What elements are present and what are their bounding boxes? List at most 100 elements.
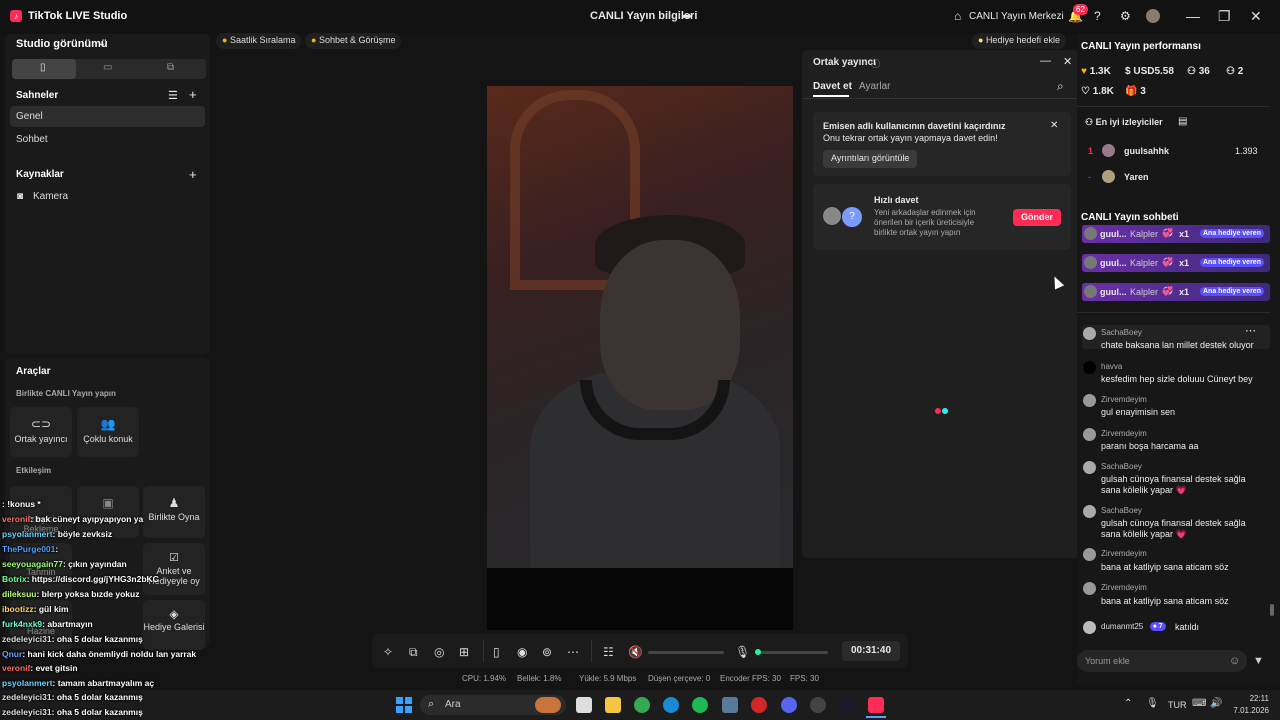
camera-icon: ◙ [17, 191, 24, 202]
chat-user[interactable]: Zirvemdeyim [1101, 549, 1147, 558]
speaker-muted-icon[interactable]: 🔇 [628, 645, 643, 659]
list-icon[interactable]: ☰ [168, 89, 178, 102]
top-viewer-name[interactable]: guulsahhk [1124, 146, 1169, 156]
clock-date[interactable]: 7.01.2026 [1225, 706, 1269, 715]
clock-time[interactable]: 22:11 [1233, 694, 1269, 703]
gift-goal-chip[interactable]: ● Hediye hedefi ekle [972, 33, 1066, 49]
info-icon[interactable]: ⓘ [871, 57, 880, 70]
top-viewers-tab[interactable]: ⚇ En iyi izleyiciler [1085, 117, 1163, 128]
windows-start-icon[interactable] [396, 697, 412, 713]
share-icon[interactable]: ➦ [682, 9, 692, 23]
more-icon[interactable]: ⋯ [567, 645, 579, 659]
opera-icon[interactable] [751, 697, 767, 713]
chat-user[interactable]: SachaBoey [1101, 506, 1142, 515]
comment-input[interactable]: Yorum ekle [1077, 650, 1247, 672]
play-together-tool[interactable]: ♟ Birlikte Oyna [143, 486, 205, 538]
home-icon[interactable]: ⌂ [954, 9, 961, 23]
app-icon[interactable] [839, 697, 855, 713]
tab-invite[interactable]: Davet et [813, 81, 852, 92]
source-item-camera[interactable]: Kamera [33, 191, 68, 202]
chat-user[interactable]: SachaBoey [1101, 462, 1142, 471]
gear-icon[interactable]: ⚙ [1120, 9, 1131, 23]
chevron-up-icon[interactable]: ⌃ [1124, 698, 1132, 709]
help-icon[interactable]: ? [1094, 9, 1101, 23]
gift-gallery-tool[interactable]: ◈ Hediye Galerisi [143, 600, 205, 650]
discord-icon[interactable] [781, 697, 797, 713]
top-viewer-name[interactable]: Yaren [1124, 172, 1149, 182]
poll-tool[interactable]: ☑ Anket ve Hediyeyle oy [143, 543, 205, 595]
microphone-tray-icon[interactable]: 🎙 [1146, 698, 1159, 709]
network-icon[interactable]: ⌨ [1192, 698, 1206, 709]
add-scene-icon[interactable]: + [189, 87, 197, 102]
chat-message: paranı boşa harcama aa [1101, 441, 1199, 451]
chat-scrollbar[interactable] [1270, 604, 1274, 616]
magic-icon[interactable]: ✧ [383, 645, 393, 659]
chat-user[interactable]: Zirvemdeyim [1101, 429, 1147, 438]
gift-user[interactable]: guul... [1100, 258, 1127, 268]
view-details-button[interactable]: Ayrıntıları görüntüle [823, 150, 918, 168]
spotify-icon[interactable] [692, 697, 708, 713]
filter-icon[interactable]: ▼ [1253, 655, 1264, 667]
chrome-icon[interactable] [634, 697, 650, 713]
co-host-tool[interactable]: ⊂⊃ Ortak yayıncı [10, 407, 72, 457]
task-view-icon[interactable] [576, 697, 592, 713]
chat-user[interactable]: Zirvemdeyim [1101, 395, 1147, 404]
steam-icon[interactable] [810, 697, 826, 713]
maximize-icon[interactable]: ❐ [1218, 8, 1231, 25]
overlay-chat-line: zedeleyici31: oha 5 dolar kazanmış [2, 634, 143, 644]
close-card-icon[interactable]: ✕ [1050, 120, 1058, 131]
scene-item-genel[interactable]: Genel [16, 111, 43, 122]
file-explorer-icon[interactable] [605, 697, 621, 713]
mic-slider-thumb[interactable] [755, 649, 761, 655]
language-indicator[interactable]: TUR [1168, 700, 1187, 710]
studio-view-dropdown[interactable]: Studio görünümü [16, 38, 108, 50]
live-center-link[interactable]: CANLI Yayın Merkezi [969, 11, 1064, 22]
minimize-popup-icon[interactable]: — [1040, 55, 1051, 67]
effects-icon[interactable]: ⧉ [409, 645, 418, 660]
gift-user[interactable]: guul... [1100, 229, 1127, 239]
multi-guest-tool[interactable]: 👥 Çoklu konuk [77, 407, 139, 457]
avatar[interactable] [1146, 9, 1160, 23]
search-icon[interactable]: ⌕ [1057, 79, 1064, 94]
dual-layout-icon[interactable]: ⧉ [167, 62, 174, 73]
screenshot-icon[interactable]: ⊚ [542, 645, 552, 659]
add-media-icon[interactable]: ⊞ [459, 645, 469, 659]
chat-meeting-chip[interactable]: ● Sohbet & Görüşme [305, 33, 402, 49]
minimize-icon[interactable]: — [1186, 8, 1200, 24]
landscape-layout-icon[interactable]: ▭ [103, 62, 112, 73]
edge-icon[interactable] [663, 697, 679, 713]
overlay-text: : oha 5 dolar kazanmış [51, 707, 143, 717]
joined-user[interactable]: dumanmt25 [1101, 622, 1143, 631]
more-icon[interactable]: ⋯ [1245, 324, 1256, 337]
gift-user[interactable]: guul... [1100, 287, 1127, 297]
microphone-icon[interactable]: 🎙 [735, 645, 750, 659]
scene-item-sohbet[interactable]: Sohbet [16, 134, 48, 145]
beauty-icon[interactable]: ◎ [434, 645, 444, 659]
overlay-user: ibootizz [2, 604, 34, 614]
joined-text: katıldı [1175, 622, 1200, 632]
phone-icon[interactable]: ▯ [493, 645, 500, 659]
gift-row: guul... Kalpler 💞 x1 Ana hediye veren [1082, 225, 1270, 243]
overlay-text: : evet gitsin [30, 663, 78, 673]
emoji-icon[interactable]: ☺ [1229, 655, 1240, 667]
record-icon[interactable]: ◉ [517, 645, 527, 659]
chat-user[interactable]: SachaBoey [1101, 328, 1142, 337]
tiktok-live-icon[interactable] [868, 697, 884, 713]
mixer-icon[interactable]: ☷ [603, 645, 614, 659]
earnings-value: USD5.58 [1133, 66, 1174, 77]
volume-icon[interactable]: 🔊 [1210, 698, 1222, 709]
chat-user[interactable]: Zirvemdeyim [1101, 583, 1147, 592]
chevron-down-icon[interactable]: ⌄ [98, 38, 106, 49]
close-icon[interactable]: ✕ [1250, 8, 1262, 25]
app-icon[interactable] [722, 697, 738, 713]
tab-settings[interactable]: Ayarlar [859, 81, 891, 92]
mic-volume-slider[interactable] [758, 651, 828, 654]
chat-user[interactable]: havva [1101, 362, 1122, 371]
add-source-icon[interactable]: + [189, 167, 197, 182]
hourly-ranking-chip[interactable]: ● Saatlik Sıralama [216, 33, 302, 49]
close-popup-icon[interactable]: ✕ [1063, 55, 1072, 68]
list-icon[interactable]: ▤ [1178, 116, 1187, 127]
send-button[interactable]: Gönder [1013, 209, 1061, 226]
speaker-volume-slider[interactable] [648, 651, 724, 654]
search-highlight-icon[interactable] [535, 697, 561, 713]
